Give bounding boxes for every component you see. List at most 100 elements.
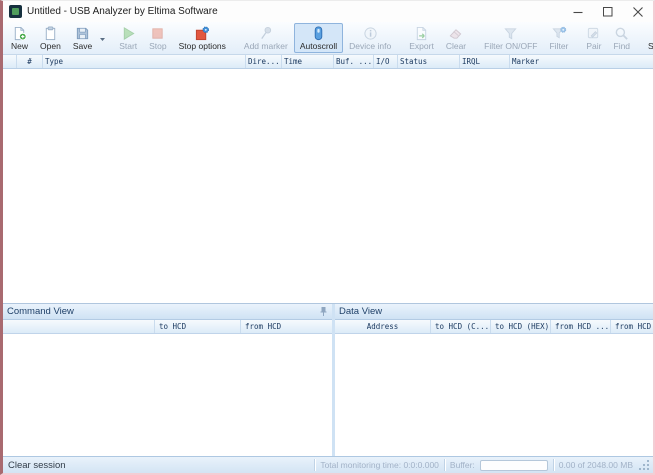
minimize-button[interactable] — [563, 1, 593, 22]
funnel-icon — [503, 26, 518, 41]
command-view-pin-button[interactable] — [319, 306, 328, 317]
title-bar: Untitled - USB Analyzer by Eltima Softwa… — [3, 1, 653, 22]
save-floppy-icon — [75, 26, 90, 41]
pair-button[interactable]: Pair — [580, 23, 607, 53]
command-column-to-hcd[interactable]: to HCD — [155, 320, 241, 333]
export-button[interactable]: Export — [403, 23, 440, 53]
add-marker-button-label: Add marker — [244, 41, 288, 52]
export-icon — [414, 26, 429, 41]
pin-icon — [319, 306, 328, 317]
data-view-body — [335, 334, 655, 456]
data-column-from-hcd[interactable]: from HCD ... — [551, 320, 611, 333]
packet-list — [3, 69, 653, 303]
command-view-title: Command View — [7, 306, 74, 317]
data-column-address[interactable]: Address — [335, 320, 431, 333]
buffer-progress-bar — [480, 460, 548, 471]
stop-options-button[interactable]: Stop options — [173, 23, 232, 53]
autoscroll-button-label: Autoscroll — [300, 41, 337, 52]
clear-button[interactable]: Clear — [440, 23, 472, 53]
autoscroll-icon — [311, 26, 326, 41]
export-button-label: Export — [409, 41, 434, 52]
monitoring-time-text: Total monitoring time: 0:0:0.000 — [320, 460, 439, 470]
data-column-to-hcd-hex[interactable]: to HCD (HEX) — [491, 320, 551, 333]
close-button[interactable] — [623, 1, 653, 22]
pair-icon — [586, 26, 601, 41]
device-info-button[interactable]: Device info — [343, 23, 397, 53]
stop-square-icon — [150, 26, 165, 41]
data-view-columns: Address to HCD (C... to HCD (HEX) from H… — [335, 320, 655, 334]
column-header-marker[interactable]: Marker — [510, 55, 653, 68]
start-play-icon — [121, 26, 136, 41]
command-column-blank[interactable] — [3, 320, 155, 333]
column-header-status[interactable]: Status — [398, 55, 460, 68]
stop-button[interactable]: Stop — [143, 23, 173, 53]
close-icon — [633, 7, 643, 17]
start-button-label: Start — [119, 41, 137, 52]
status-bar: Clear session Total monitoring time: 0:0… — [3, 456, 653, 473]
pair-button-label: Pair — [586, 41, 601, 52]
chevron-down-icon — [99, 31, 106, 46]
column-header-number[interactable]: # — [17, 55, 43, 68]
settings-button-label: Settings — [648, 41, 655, 52]
app-icon[interactable] — [9, 5, 22, 18]
window-title: Untitled - USB Analyzer by Eltima Softwa… — [27, 6, 218, 17]
command-view-panel: Command View to HCD from HCD — [3, 304, 332, 456]
filter-onoff-button-label: Filter ON/OFF — [484, 41, 537, 52]
find-button-label: Find — [614, 41, 631, 52]
save-dropdown-arrow[interactable] — [98, 22, 107, 54]
add-marker-button[interactable]: Add marker — [238, 23, 294, 53]
maximize-button[interactable] — [593, 1, 623, 22]
new-button[interactable]: New — [5, 23, 34, 53]
autoscroll-button[interactable]: Autoscroll — [294, 23, 343, 53]
buffer-label: Buffer: — [450, 460, 475, 470]
device-info-button-label: Device info — [349, 41, 391, 52]
command-column-from-hcd[interactable]: from HCD — [241, 320, 332, 333]
eraser-icon — [448, 26, 463, 41]
open-button[interactable]: Open — [34, 23, 67, 53]
status-separator — [444, 459, 445, 471]
column-header-direction[interactable]: Dire... — [246, 55, 282, 68]
resize-grip[interactable] — [638, 459, 650, 471]
filter-onoff-button[interactable]: Filter ON/OFF — [478, 23, 543, 53]
column-header-blank[interactable] — [3, 55, 17, 68]
save-button[interactable]: Save — [67, 23, 98, 53]
column-header-io[interactable]: I/O — [374, 55, 398, 68]
command-view-header: Command View — [3, 304, 332, 320]
filter-button-label: Filter — [549, 41, 568, 52]
stop-options-button-label: Stop options — [179, 41, 226, 52]
save-button-label: Save — [73, 41, 92, 52]
start-button[interactable]: Start — [113, 23, 143, 53]
find-button[interactable]: Find — [608, 23, 637, 53]
funnel-gear-icon — [551, 26, 567, 41]
info-icon — [363, 26, 378, 41]
resize-grip-icon — [638, 459, 650, 471]
stop-button-label: Stop — [149, 41, 167, 52]
data-view-header: Data View — [335, 304, 655, 320]
bottom-panels: Command View to HCD from HCD Data View — [3, 303, 653, 456]
minimize-icon — [573, 7, 583, 17]
status-session-text: Clear session — [8, 460, 66, 471]
column-header-buffer[interactable]: Buf. ... — [334, 55, 374, 68]
status-separator — [553, 459, 554, 471]
buffer-usage-text: 0.00 of 2048.00 MB — [559, 460, 633, 470]
status-right-group: Total monitoring time: 0:0:0.000 Buffer:… — [314, 459, 650, 471]
toolbar: New Open Save Start Stop Stop options A — [3, 22, 653, 55]
magnifier-icon — [614, 26, 629, 41]
new-document-icon — [12, 26, 27, 41]
clear-button-label: Clear — [446, 41, 466, 52]
maximize-icon — [603, 7, 613, 17]
open-icon — [43, 26, 58, 41]
open-button-label: Open — [40, 41, 61, 52]
data-column-to-hcd-c[interactable]: to HCD (C... — [431, 320, 491, 333]
app-window: Untitled - USB Analyzer by Eltima Softwa… — [0, 0, 655, 475]
column-header-irql[interactable]: IRQL — [460, 55, 510, 68]
filter-button[interactable]: Filter — [543, 23, 574, 53]
command-view-body — [3, 334, 332, 456]
new-button-label: New — [11, 41, 28, 52]
settings-button[interactable]: Settings — [642, 23, 655, 53]
column-header-time[interactable]: Time — [282, 55, 334, 68]
window-controls — [563, 1, 653, 22]
status-separator — [314, 459, 315, 471]
data-column-from-hcd-hex[interactable]: from HCD (... — [611, 320, 655, 333]
column-header-type[interactable]: Type — [43, 55, 246, 68]
